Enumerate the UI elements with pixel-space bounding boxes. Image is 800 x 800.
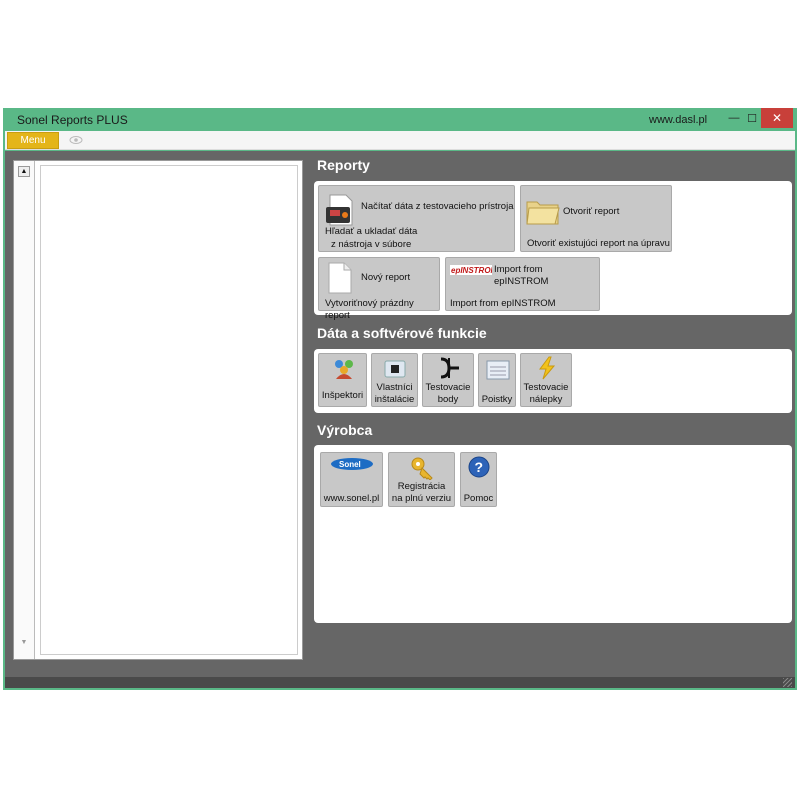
- section-title-vyrobca: Výrobca: [317, 422, 373, 438]
- tile-label: Inšpektori: [321, 390, 364, 401]
- fuses-tile[interactable]: Poistky: [478, 353, 516, 407]
- tile-label-line2: body: [437, 394, 459, 405]
- tile-desc: Otvoriť existujúci report na úpravu: [527, 238, 670, 249]
- tile-label: www.sonel.pl: [323, 493, 380, 504]
- fuse-icon: [486, 360, 510, 380]
- document-icon: [328, 262, 352, 294]
- sonel-logo-icon: Sonel: [331, 458, 373, 470]
- installation-folder-icon: [384, 360, 406, 378]
- svg-text:epINSTROM: epINSTROM: [451, 266, 492, 275]
- tile-title: Otvoriť report: [563, 206, 620, 217]
- tile-title: Načítať dáta z testovacieho prístroja: [361, 201, 514, 212]
- svg-text:Sonel: Sonel: [339, 460, 361, 469]
- help-icon: ?: [468, 456, 490, 478]
- maximize-button[interactable]: ☐: [743, 108, 761, 128]
- installations-tile[interactable]: Vlastníci inštalácie: [371, 353, 418, 407]
- minimize-button[interactable]: —: [725, 108, 743, 128]
- svg-text:?: ?: [475, 459, 484, 475]
- website-label: www.dasl.pl: [649, 114, 708, 126]
- tree-list[interactable]: [40, 165, 298, 655]
- section-title-data: Dáta a softvérové funkcie: [317, 325, 487, 341]
- tile-label-line2: inštalácie: [374, 394, 415, 405]
- tile-label: Poistky: [481, 394, 513, 405]
- tile-desc: Import from epINSTROM: [450, 298, 556, 309]
- close-button[interactable]: ✕: [761, 108, 793, 128]
- new-report-tile[interactable]: Nový report Vytvoriťnový prázdny report: [318, 257, 440, 321]
- tile-title: Nový report: [361, 272, 411, 283]
- tile-desc: Vytvoriťnový prázdny report: [325, 298, 414, 321]
- tree-scrollbar[interactable]: ▲ ▼: [14, 161, 35, 659]
- import-epinstrom-tile[interactable]: epINSTROM Import from epINSTROM Import f…: [445, 257, 600, 311]
- tree-panel: ▲ ▼: [13, 160, 303, 660]
- help-tile[interactable]: ? Pomoc: [460, 452, 497, 507]
- tile-label-line1: Vlastníci: [376, 382, 413, 393]
- tile-label-line2: na plnú verziu: [391, 493, 452, 504]
- app-title: Sonel Reports PLUS: [17, 113, 128, 127]
- menu-button[interactable]: Menu: [7, 132, 59, 149]
- status-bar: [5, 677, 795, 688]
- tile-label-line1: Testovacie: [425, 382, 471, 393]
- meter-icon: [326, 194, 353, 226]
- section-vyrobca: Sonel www.sonel.pl Registrácia na plnú v…: [314, 445, 792, 623]
- lightning-icon: [539, 356, 556, 380]
- resize-grip-icon[interactable]: [783, 678, 792, 687]
- epinstrom-logo-icon: epINSTROM: [450, 265, 492, 275]
- scroll-down-button[interactable]: ▼: [18, 639, 30, 650]
- inspectors-tile[interactable]: Inšpektori: [318, 353, 367, 407]
- section-reporty: Načítať dáta z testovacieho prístroja Hľ…: [314, 181, 792, 321]
- open-report-tile[interactable]: Otvoriť report Otvoriť existujúci report…: [520, 185, 672, 252]
- tile-label-line1: Registrácia: [397, 481, 446, 492]
- tile-label-line2: nálepky: [529, 394, 563, 405]
- app-window: Sonel Reports PLUS www.dasl.pl — ☐ ✕ Men…: [3, 108, 797, 690]
- tile-label-line1: Testovacie: [523, 382, 569, 393]
- scroll-up-button[interactable]: ▲: [18, 166, 30, 177]
- folder-icon: [526, 201, 560, 225]
- main-content: ▲ ▼ Reporty Načítať dáta z testovacieho …: [5, 151, 795, 677]
- section-title-reporty: Reporty: [317, 157, 370, 173]
- test-points-tile[interactable]: Testovacie body: [422, 353, 474, 407]
- test-point-icon: [440, 357, 459, 379]
- test-labels-tile[interactable]: Testovacie nálepky: [520, 353, 572, 407]
- users-icon: [335, 360, 353, 379]
- tile-title: Import from epINSTROM: [494, 264, 549, 287]
- tile-desc-line2: z nástroja v súbore: [331, 239, 412, 250]
- tile-label: Pomoc: [463, 493, 494, 504]
- key-icon: [411, 457, 433, 480]
- menu-bar: Menu: [5, 131, 795, 150]
- section-data: Inšpektori Vlastníci inštalácie Testovac…: [314, 349, 792, 413]
- load-from-device-tile[interactable]: Načítať dáta z testovacieho prístroja Hľ…: [318, 185, 515, 252]
- registration-tile[interactable]: Registrácia na plnú verziu: [388, 452, 455, 507]
- title-bar[interactable]: Sonel Reports PLUS www.dasl.pl — ☐ ✕: [3, 108, 797, 130]
- eye-icon[interactable]: [69, 134, 83, 146]
- tile-desc-line1: Hľadať a ukladať dáta: [325, 226, 418, 237]
- sonel-website-tile[interactable]: Sonel www.sonel.pl: [320, 452, 383, 507]
